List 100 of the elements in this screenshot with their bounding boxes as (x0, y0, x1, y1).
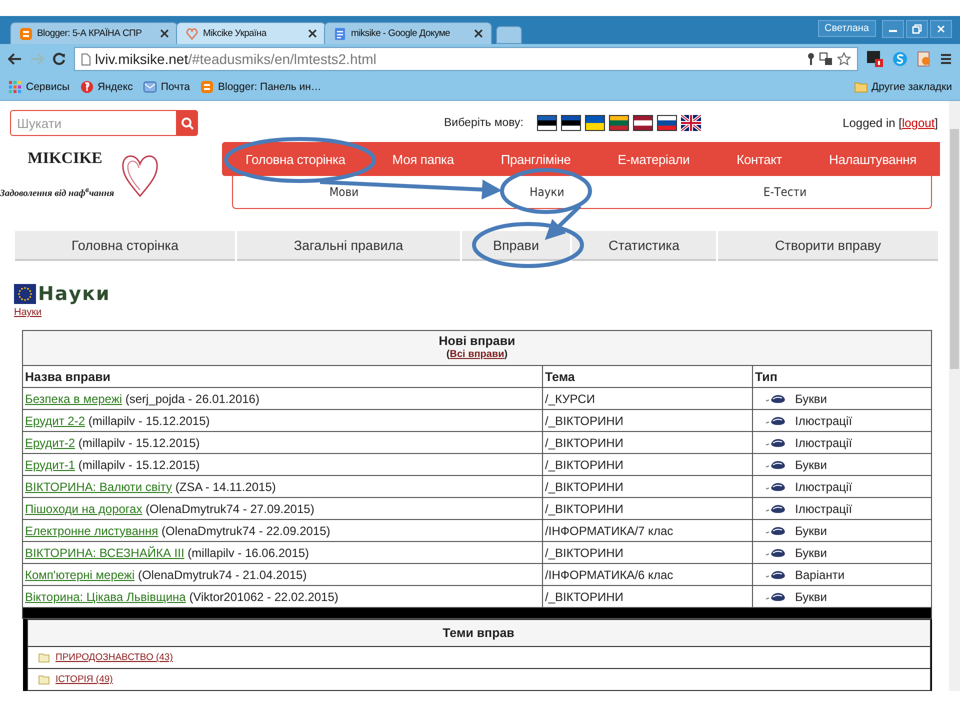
restore-icon (912, 24, 922, 34)
exercise-link[interactable]: Електронне листування (25, 524, 158, 538)
close-icon (308, 29, 317, 38)
page-tab[interactable]: Загальні правила (237, 231, 460, 261)
key-icon (807, 52, 815, 66)
menu-item[interactable]: Моя папка (392, 152, 454, 166)
page-icon (81, 52, 91, 66)
all-exercises-link[interactable]: Всі вправи (450, 349, 504, 360)
close-button[interactable] (930, 20, 952, 38)
folder-icon (38, 674, 50, 684)
exercise-link[interactable]: ВІКТОРИНА: ВСЕЗНАЙКА ІІІ (25, 546, 184, 560)
flag-icon[interactable] (657, 115, 678, 131)
document-icon (333, 26, 347, 40)
exercise-link[interactable]: Ерудит-2 (25, 436, 76, 450)
author-date: (millapilv - 16.06.2015) (188, 546, 310, 560)
flag-icon[interactable] (609, 115, 630, 131)
search-field[interactable]: Шукати (10, 110, 176, 136)
bookmark[interactable]: Сервисы (8, 80, 70, 94)
type-label: Букви (795, 590, 827, 604)
table-cell: /ІНФОРМАТИКА/6 клас (542, 564, 752, 586)
mail-icon (142, 80, 157, 94)
table-cell: /_КУРСИ (542, 388, 752, 410)
page-tab[interactable]: Головна сторінка (15, 231, 235, 261)
forward-arrow-icon (30, 53, 44, 65)
exercise-link[interactable]: Комп'ютерні мережі (25, 568, 135, 582)
type-label: Варіанти (795, 568, 845, 582)
browser-tab[interactable]: Blogger: 5-А КРАЇНА СПР (10, 22, 178, 44)
exercise-link[interactable]: Безпека в мережі (25, 392, 122, 406)
flag-icon[interactable] (633, 115, 654, 131)
search-icon (180, 116, 194, 130)
mouse-icon (765, 546, 787, 558)
bookmark[interactable]: Blogger: Панель ин… (200, 80, 322, 94)
star-icon (837, 52, 851, 66)
table-cell: /_ВІКТОРИНИ (542, 476, 752, 498)
submenu-item[interactable]: Мови (329, 185, 359, 199)
folder-icon (854, 81, 868, 93)
menu-item[interactable]: Прангліміне (500, 152, 571, 166)
close-icon (474, 29, 483, 38)
reload-icon (52, 52, 66, 66)
mouse-icon (765, 458, 787, 470)
close-icon (936, 24, 946, 34)
menu-icon (940, 53, 952, 65)
type-label: Ілюстрації (795, 414, 852, 428)
folder-icon (38, 652, 50, 662)
table-cell: /ІНФОРМАТИКА/7 клас (542, 520, 752, 542)
browser-tab[interactable]: miksike - Google Докуме (324, 22, 492, 44)
minimize-button[interactable] (882, 20, 904, 38)
author-date: (millapilv - 15.12.2015) (78, 436, 200, 450)
close-icon (160, 29, 169, 38)
flag-icon[interactable] (537, 115, 558, 131)
scrollbar[interactable] (949, 101, 960, 691)
exercise-link[interactable]: Ерудит 2-2 (25, 414, 86, 428)
mouse-icon (765, 590, 787, 602)
submenu-item[interactable]: Науки (530, 185, 564, 199)
mouse-icon (765, 480, 787, 492)
mouse-icon (765, 436, 787, 448)
type-label: Ілюстрації (795, 480, 852, 494)
browser-tab[interactable]: Mikcike Україна (176, 22, 326, 44)
bookmark-folder[interactable]: Другие закладки (854, 81, 952, 93)
mouse-icon (765, 392, 787, 404)
submenu-item[interactable]: E-Тести (763, 185, 807, 199)
breadcrumb-link[interactable]: Науки (14, 307, 42, 318)
theme-link[interactable]: ПРИРОДОЗНАВСТВО (43) (56, 652, 173, 663)
column-header: Назва вправи (22, 366, 543, 388)
exercise-link[interactable]: ВІКТОРИНА: Валюти світу (25, 480, 172, 494)
translate-icon (819, 52, 833, 66)
page-tab[interactable]: Статистика (572, 231, 716, 261)
bookmark[interactable]: Яндекс (80, 80, 133, 94)
menu-item[interactable]: E-матеріали (618, 152, 690, 166)
column-header: Тема (542, 366, 752, 388)
restore-button[interactable] (906, 20, 928, 38)
login-status: Logged in [logout] (842, 116, 938, 130)
flag-icon[interactable] (681, 115, 702, 131)
author-date: (OlenaDmytruk74 - 27.09.2015) (146, 502, 314, 516)
page-tab[interactable]: Вправи (462, 231, 570, 261)
profile-button[interactable]: Светлана (818, 20, 876, 37)
theme-link[interactable]: ІСТОРІЯ (49) (56, 674, 113, 685)
flag-icon[interactable] (585, 115, 606, 131)
logo-text: MIKCIKE (26, 150, 104, 168)
address-bar[interactable]: lviv.miksike.net/#teadusmiks/en/lmtests2.html (74, 47, 858, 71)
url-text: lviv.miksike.net/#teadusmiks/en/lmtests2.html (95, 51, 376, 67)
language-label: Виберіть мову: (444, 117, 524, 129)
flag-icon[interactable] (561, 115, 582, 131)
type-label: Ілюстрації (795, 436, 852, 450)
exercise-link[interactable]: Вікторина: Цікава Львівщина (25, 590, 186, 604)
back-arrow-icon (8, 53, 22, 65)
pointer-arrow (544, 204, 582, 240)
exercise-link[interactable]: Ерудит-1 (25, 458, 76, 472)
page-tab[interactable]: Створити вправу (718, 231, 938, 261)
menu-item[interactable]: Головна сторінка (245, 152, 346, 166)
logout-link[interactable]: logout (902, 116, 935, 130)
exercise-link[interactable]: Пішоходи на дорогах (25, 502, 142, 516)
mouse-icon (765, 502, 787, 514)
menu-item[interactable]: Налаштування (829, 152, 916, 166)
table-cell: /_ВІКТОРИНИ (542, 454, 752, 476)
menu-item[interactable]: Контакт (736, 152, 782, 166)
table-title: Нові вправи (438, 334, 516, 348)
bookmark[interactable]: Почта (142, 80, 190, 94)
search-button[interactable] (176, 110, 198, 136)
logo-tagline: Задоволення від наф$^{в}$чання (0, 185, 116, 200)
